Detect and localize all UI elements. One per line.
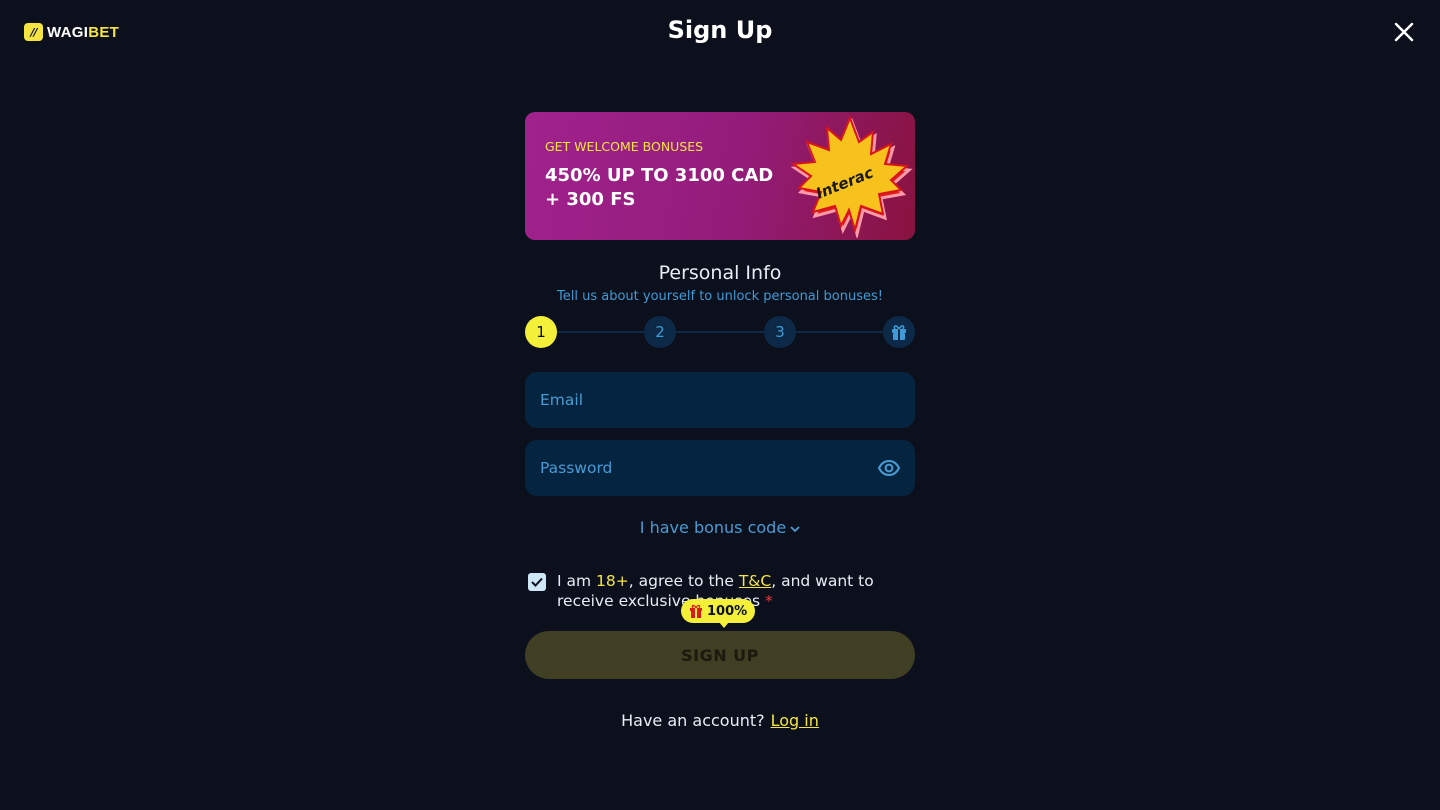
eye-icon xyxy=(877,459,901,477)
signup-stepper: 1 2 3 xyxy=(525,316,915,348)
banner-headline-line1: 450% UP TO 3100 CAD xyxy=(545,165,774,186)
check-icon xyxy=(531,577,543,587)
header: // WAGIBET Sign Up xyxy=(0,0,1440,64)
bonus-percent-text: 100% xyxy=(707,603,748,619)
step-3: 3 xyxy=(764,316,796,348)
gift-icon xyxy=(892,325,906,340)
step-2: 2 xyxy=(644,316,676,348)
sign-up-button[interactable]: SIGN UP xyxy=(525,631,915,679)
welcome-bonus-banner: GET WELCOME BONUSES 450% UP TO 3100 CAD … xyxy=(525,112,915,240)
bonus-code-toggle[interactable]: I have bonus code xyxy=(525,518,915,537)
email-field[interactable] xyxy=(525,372,915,428)
banner-headline: 450% UP TO 3100 CAD + 300 FS xyxy=(545,164,785,212)
password-input[interactable] xyxy=(525,440,915,496)
gift-badge-icon xyxy=(690,604,702,618)
age-highlight: 18+ xyxy=(596,572,629,590)
terms-prefix: I am xyxy=(557,572,597,590)
signup-panel: GET WELCOME BONUSES 450% UP TO 3100 CAD … xyxy=(525,112,915,730)
stepper-line xyxy=(541,331,899,333)
bonus-percent-badge: 100% xyxy=(681,599,756,628)
section-subtitle: Tell us about yourself to unlock persona… xyxy=(557,289,883,304)
step-gift xyxy=(883,316,915,348)
close-icon xyxy=(1394,22,1414,42)
terms-mid: , agree to the xyxy=(628,572,739,590)
terms-checkbox[interactable] xyxy=(528,573,546,591)
login-prompt: Have an account? Log in xyxy=(525,711,915,730)
login-link[interactable]: Log in xyxy=(771,711,819,730)
required-asterisk: * xyxy=(765,592,773,610)
terms-link[interactable]: T&C xyxy=(739,572,771,590)
password-field[interactable] xyxy=(525,440,915,496)
step-1: 1 xyxy=(525,316,557,348)
close-button[interactable] xyxy=(1392,20,1416,44)
banner-headline-line2: + 300 FS xyxy=(545,189,636,210)
have-account-text: Have an account? xyxy=(621,711,765,730)
page-title: Sign Up xyxy=(667,16,773,44)
interac-maple-leaf-icon: Interac xyxy=(790,115,913,238)
banner-subtitle: GET WELCOME BONUSES xyxy=(545,139,704,154)
section-title: Personal Info xyxy=(658,262,782,284)
bonus-code-label: I have bonus code xyxy=(639,518,787,537)
chevron-down-icon xyxy=(790,525,800,532)
show-password-button[interactable] xyxy=(877,456,901,480)
email-input[interactable] xyxy=(525,372,915,428)
